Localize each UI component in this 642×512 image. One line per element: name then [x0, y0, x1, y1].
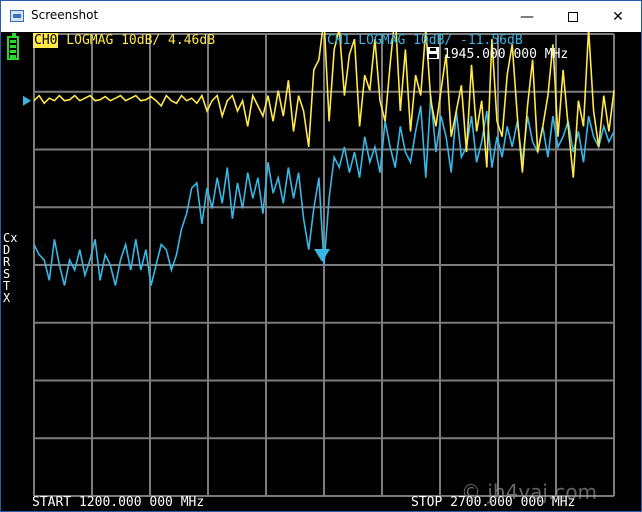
trace-plot — [23, 32, 615, 497]
side-menu: Cx D R S T X — [3, 232, 17, 304]
maximize-icon — [568, 11, 578, 22]
maximize-button[interactable] — [550, 1, 596, 32]
title-bar[interactable]: Screenshot — ✕ — [1, 1, 641, 32]
minimize-button[interactable]: — — [504, 1, 550, 32]
close-button[interactable]: ✕ — [595, 1, 641, 32]
screenshot-window: Screenshot — ✕ CH0 LOGMAG 10dB/ 4.46dB C… — [0, 0, 642, 512]
analyzer-screen: CH0 LOGMAG 10dB/ 4.46dB CH1 LOGMAG 10dB/… — [1, 32, 641, 511]
marker-readout: 1945.000 000 MHz — [427, 47, 568, 62]
marker-frequency: 1945.000 000 MHz — [443, 47, 569, 62]
window-title: Screenshot — [31, 8, 99, 22]
ch0-header: CH0 LOGMAG 10dB/ 4.46dB — [33, 33, 216, 48]
reference-marker-icon — [23, 95, 31, 106]
marker-ch1-icon[interactable] — [314, 249, 331, 262]
ch0-readout: LOGMAG 10dB/ 4.46dB — [58, 33, 216, 48]
floppy-icon — [427, 47, 439, 59]
ch0-badge: CH0 — [33, 33, 59, 48]
side-item-x[interactable]: X — [3, 292, 17, 304]
start-frequency: START 1200.000 000 MHz — [32, 495, 205, 510]
ch1-header: CH1 LOGMAG 10dB/ -11.56dB — [327, 33, 523, 48]
app-icon — [10, 10, 24, 22]
watermark: © jh4vaj.com — [461, 480, 598, 504]
